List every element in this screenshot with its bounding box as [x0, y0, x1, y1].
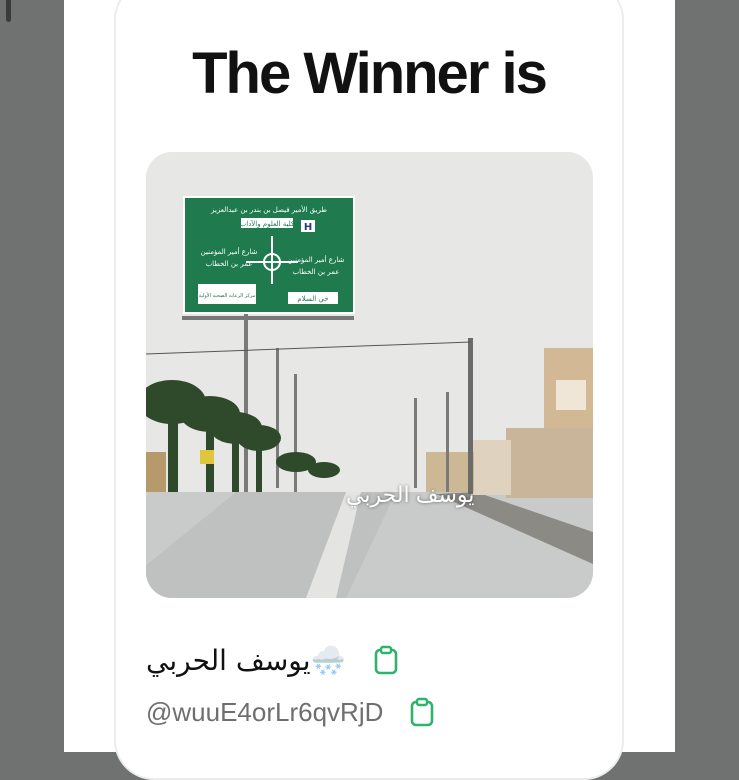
clipboard-icon[interactable]: [409, 697, 435, 727]
weather-emoji-icon: 🌨️: [310, 643, 346, 677]
sign-line-2: كلية العلوم والآداب: [240, 219, 295, 228]
clipboard-icon[interactable]: [373, 645, 399, 675]
winner-name: 🌨️يوسف الحربي: [146, 644, 345, 677]
sign-line-4: عمر بن الخطاب: [206, 260, 253, 268]
backdrop-right: [675, 0, 739, 752]
winner-title: The Winner is: [192, 41, 548, 106]
backdrop-left: [0, 0, 64, 752]
photo-watermark: يوسف الحربي: [346, 482, 475, 507]
sign-line-7: مركز الرعاية الصحية الأولية: [199, 292, 256, 299]
winner-photo: طريق الأمير فيصل بن بندر بن عبدالعزيز كل…: [146, 152, 593, 598]
winner-name-row: 🌨️يوسف الحربي: [146, 640, 399, 680]
winner-handle: @wuuE4orLr6qvRjD: [146, 696, 384, 727]
svg-text:H: H: [304, 222, 312, 233]
winner-name-text: يوسف الحربي: [146, 643, 311, 677]
sign-line-3: شارع أمير المؤمنين: [201, 247, 258, 256]
sign-line-6: عمر بن الخطاب: [293, 268, 340, 276]
drag-handle[interactable]: [6, 0, 11, 22]
winner-handle-row: @wuuE4orLr6qvRjD: [146, 694, 435, 730]
road-scene-image: طريق الأمير فيصل بن بندر بن عبدالعزيز كل…: [146, 152, 593, 598]
sign-line-1: طريق الأمير فيصل بن بندر بن عبدالعزيز: [210, 205, 327, 214]
sign-line-8: حي السلام: [297, 295, 328, 303]
